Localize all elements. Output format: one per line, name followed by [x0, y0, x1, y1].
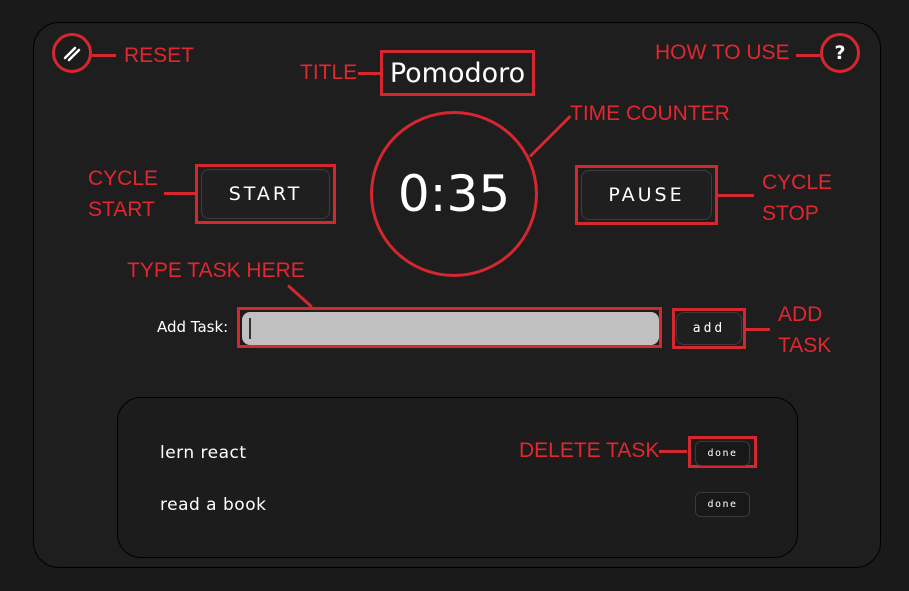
- start-pointer: [164, 192, 195, 195]
- annotation-type-task: TYPE TASK HERE: [127, 259, 305, 282]
- page-title: Pomodoro: [389, 57, 526, 89]
- annotation-delete-task: DELETE TASK: [519, 439, 660, 462]
- title-pointer: [358, 72, 380, 75]
- annotation-cycle-start-2: START: [88, 198, 155, 221]
- double-slash-icon: [63, 46, 81, 62]
- annotation-cycle-start-1: CYCLE: [88, 167, 159, 190]
- reset-button[interactable]: [52, 33, 92, 73]
- timer-value: 0:35: [397, 165, 511, 223]
- text-caret: [249, 318, 251, 339]
- reset-pointer: [92, 54, 116, 57]
- annotation-cycle-stop-1: CYCLE: [762, 171, 833, 194]
- add-pointer: [746, 328, 770, 331]
- annotation-add-task-2: TASK: [778, 334, 832, 357]
- annotation-cycle-stop-2: STOP: [762, 202, 819, 225]
- annotation-time-counter: TIME COUNTER: [570, 102, 730, 125]
- task-list: [117, 397, 798, 558]
- help-button[interactable]: ?: [820, 33, 860, 73]
- task-input[interactable]: [242, 312, 659, 345]
- annotation-add-task-1: ADD: [778, 303, 823, 326]
- add-task-label: Add Task:: [157, 318, 229, 336]
- help-pointer: [796, 54, 820, 57]
- annotation-how-to-use: HOW TO USE: [655, 41, 790, 64]
- done-button[interactable]: done: [695, 492, 750, 517]
- task-item-text: lern react: [160, 443, 247, 463]
- done-button[interactable]: done: [695, 441, 750, 466]
- annotation-title: TITLE: [300, 61, 358, 84]
- question-icon: ?: [834, 42, 846, 64]
- delete-pointer: [659, 450, 687, 453]
- time-counter: 0:35: [370, 111, 538, 277]
- add-button[interactable]: add: [676, 312, 742, 345]
- annotation-reset: RESET: [124, 44, 195, 67]
- start-button[interactable]: START: [201, 169, 330, 219]
- pause-button[interactable]: PAUSE: [581, 170, 712, 220]
- task-item-text: read a book: [160, 495, 267, 515]
- pause-pointer: [718, 194, 754, 197]
